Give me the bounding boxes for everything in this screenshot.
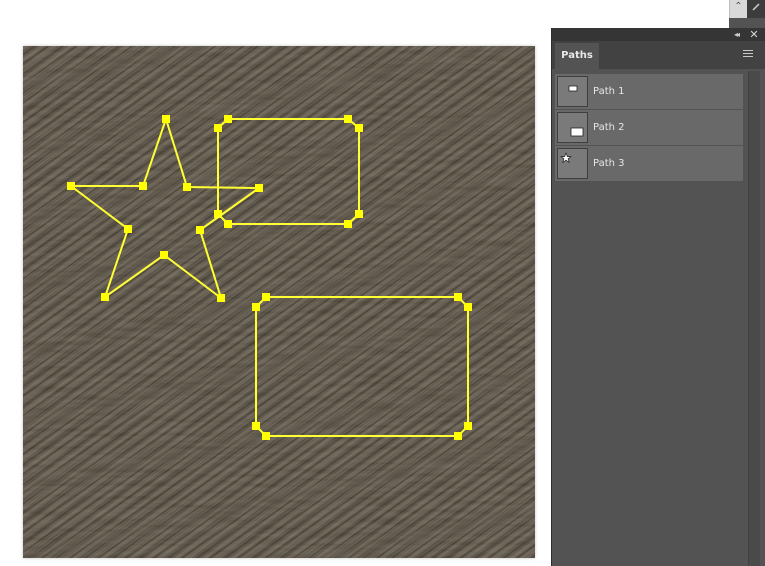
panel-tab-bar: Paths [552,41,765,69]
anchor-point[interactable] [464,303,472,311]
panel-menu-icon[interactable] [743,50,753,59]
anchor-point[interactable] [160,251,168,259]
anchor-point[interactable] [344,115,352,123]
document-canvas[interactable] [23,46,535,558]
path-row-1[interactable]: Path 1 [555,74,743,110]
anchor-point[interactable] [464,422,472,430]
anchor-point[interactable] [355,124,363,132]
rectangle-icon [570,127,584,137]
scroll-up-button[interactable]: ⌃ [729,0,747,18]
panel-dock-strip [729,18,765,28]
path-name: Path 2 [593,122,625,133]
chevron-up-icon: ⌃ [734,1,743,12]
path-2-thumbnail [557,112,588,143]
anchor-point[interactable] [252,303,260,311]
path-3-thumbnail [557,148,588,179]
anchor-point[interactable] [355,210,363,218]
anchor-point[interactable] [262,293,270,301]
panel-scrollbar[interactable] [748,71,760,566]
close-panel-icon[interactable]: ✕ [748,28,760,41]
collapse-panel-icon[interactable]: ◂◂ [730,28,742,41]
anchor-point[interactable] [124,225,132,233]
anchor-point[interactable] [454,293,462,301]
paths-panel: ◂◂ ✕ Paths Path 1 Path 2 Path 3 [551,28,765,566]
anchor-point[interactable] [262,432,270,440]
path-1-thumbnail [557,76,588,107]
paths-list: Path 1 Path 2 Path 3 [555,74,743,182]
anchor-point[interactable] [139,182,147,190]
anchor-point[interactable] [454,432,462,440]
anchor-point[interactable] [217,294,225,302]
canvas-artwork[interactable] [23,46,535,558]
anchor-point[interactable] [196,226,204,234]
tab-paths[interactable]: Paths [555,43,599,69]
anchor-point[interactable] [67,182,75,190]
anchor-point[interactable] [344,220,352,228]
anchor-point[interactable] [224,115,232,123]
resize-icon [752,3,760,11]
anchor-point[interactable] [101,293,109,301]
star-icon [559,152,573,164]
anchor-point[interactable] [224,220,232,228]
path-name: Path 3 [593,158,625,169]
small-rectangle-icon [568,85,578,92]
anchor-point[interactable] [214,124,222,132]
anchor-point[interactable] [255,184,263,192]
anchor-point[interactable] [252,422,260,430]
path-row-3[interactable]: Path 3 [555,146,743,182]
app-window: ⌃ ◂◂ ✕ Paths Path 1 Path 2 Path 3 [0,0,765,566]
panel-title-bar[interactable]: ◂◂ ✕ [552,28,765,41]
path-row-2[interactable]: Path 2 [555,110,743,146]
path-name: Path 1 [593,86,625,97]
anchor-point[interactable] [162,115,170,123]
anchor-point[interactable] [183,183,191,191]
